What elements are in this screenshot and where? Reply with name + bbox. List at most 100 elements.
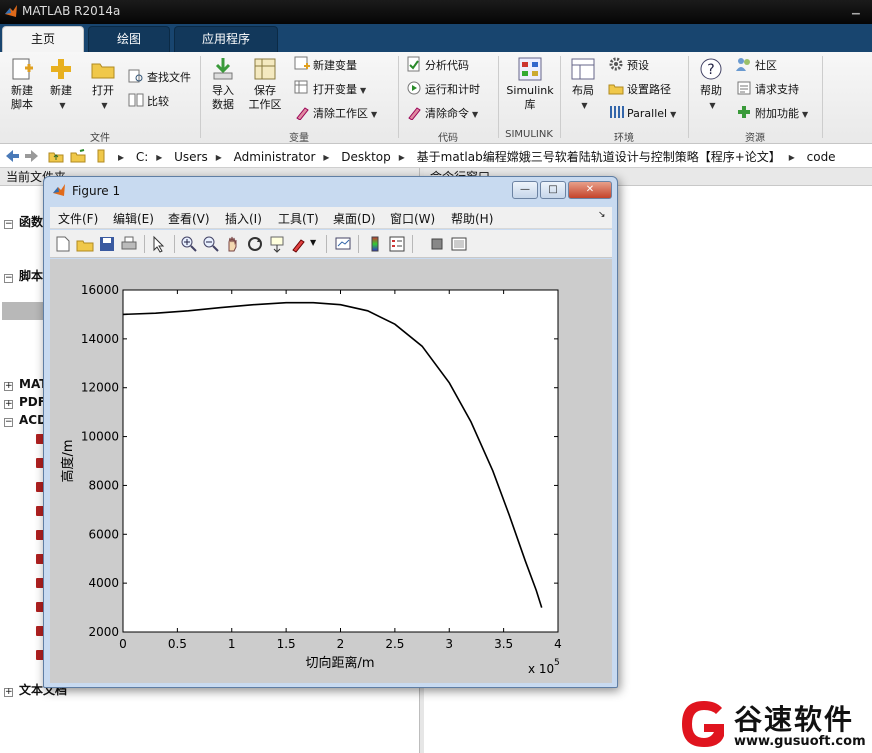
help-label: 帮助 (700, 84, 722, 97)
breadcrumb-item[interactable]: 基于matlab编程嫦娥三号软着陆轨道设计与控制策略【程序+论文】 (417, 150, 781, 164)
matlab-logo-icon (53, 184, 65, 196)
figure-canvas[interactable]: 2000 4000 6000 8000 10000 12000 14000 16000 0 0.… (50, 259, 612, 683)
run-and-time-icon (407, 81, 421, 95)
tree-group-mat[interactable]: + MAT (4, 376, 47, 392)
open-button[interactable]: 打开 ▼ (86, 56, 120, 113)
collapse-icon[interactable]: − (4, 418, 13, 427)
ribbon-divider (560, 56, 561, 138)
help-button[interactable]: ? 帮助 ▼ (694, 56, 728, 113)
back-arrow-icon[interactable] (4, 148, 20, 164)
menu-tools[interactable]: 工具(T) (278, 210, 319, 227)
set-path-button[interactable]: 设置路径 (608, 80, 671, 100)
simulink-library-button[interactable]: Simulink 库 (504, 56, 556, 112)
find-files-button[interactable]: 查找文件 (128, 68, 191, 88)
figure-title-bar[interactable]: Figure 1 — □ ✕ (50, 181, 612, 201)
colorbar-icon[interactable] (366, 235, 384, 253)
clear-workspace-button[interactable]: 清除工作区 ▼ (294, 104, 377, 124)
collapse-icon[interactable]: − (4, 274, 13, 283)
breadcrumb-item[interactable]: Administrator (234, 150, 316, 164)
new-script-button[interactable]: 新建 脚本 (6, 56, 38, 112)
show-plot-tools-icon[interactable] (450, 235, 468, 253)
tree-group-pdf[interactable]: + PDF (4, 394, 46, 410)
chevron-down-icon: ▼ (581, 101, 588, 110)
layout-button[interactable]: 布局 ▼ (566, 56, 600, 113)
chevron-down-icon[interactable]: ▼ (310, 238, 316, 247)
gear-icon (609, 57, 623, 71)
menu-view[interactable]: 查看(V) (168, 210, 210, 227)
save-icon[interactable] (98, 235, 116, 253)
save-workspace-button[interactable]: 保存 工作区 (246, 56, 284, 112)
new-variable-button[interactable]: 新建变量 (294, 56, 357, 76)
run-and-time-button[interactable]: 运行和计时 (406, 80, 480, 100)
tree-group-scripts[interactable]: − 脚本 (4, 268, 43, 284)
figure-close-button[interactable]: ✕ (568, 181, 612, 199)
folder-icon (91, 63, 115, 79)
chevron-down-icon: ▼ (101, 101, 108, 110)
add-ons-button[interactable]: 附加功能 ▼ (736, 104, 808, 124)
find-files-label: 查找文件 (147, 71, 191, 84)
figure-minimize-button[interactable]: — (512, 181, 538, 199)
breadcrumb-item[interactable]: code (807, 150, 836, 164)
menu-file[interactable]: 文件(F) (58, 210, 98, 227)
breadcrumb-separator: ▸ (398, 150, 405, 164)
minimize-icon[interactable]: ▁ (852, 4, 866, 16)
y-tick-label: 10000 (81, 430, 119, 444)
breadcrumb-item[interactable]: C: (136, 150, 148, 164)
new-figure-icon[interactable] (54, 235, 72, 253)
brand-name: 谷速软件 (734, 703, 855, 736)
brand-logo-icon (682, 701, 724, 747)
up-folder-icon[interactable] (48, 148, 64, 164)
new-button[interactable]: 新建 ▼ (44, 56, 78, 113)
analyze-code-button[interactable]: 分析代码 (406, 56, 469, 76)
x-axis-label: 切向距离/m (305, 655, 374, 671)
data-cursor-icon[interactable] (268, 235, 286, 253)
menu-help[interactable]: 帮助(H) (451, 210, 493, 227)
menu-insert[interactable]: 插入(I) (225, 210, 262, 227)
pan-hand-icon[interactable] (224, 235, 242, 253)
figure-window[interactable]: Figure 1 — □ ✕ 文件(F) 编辑(E) 查看(V) 插入(I) 工… (43, 176, 618, 688)
tab-home[interactable]: 主页 (2, 26, 84, 52)
brush-icon[interactable] (290, 235, 308, 253)
layout-icon (571, 58, 595, 80)
open-variable-button[interactable]: 打开变量 ▼ (294, 80, 366, 100)
compare-button[interactable]: 比较 (128, 92, 169, 112)
request-support-button[interactable]: 请求支持 (736, 80, 799, 100)
rotate-3d-icon[interactable] (246, 235, 264, 253)
hide-plot-tools-icon[interactable] (428, 235, 446, 253)
zoom-in-icon[interactable] (180, 235, 198, 253)
pointer-arrow-icon[interactable] (150, 235, 168, 253)
ribbon-divider (822, 56, 823, 138)
clear-commands-button[interactable]: 清除命令 ▼ (406, 104, 478, 124)
figure-maximize-button[interactable]: □ (540, 181, 566, 199)
breadcrumb-item[interactable]: Desktop (341, 150, 391, 164)
forward-arrow-icon[interactable] (24, 148, 40, 164)
browse-folder-icon[interactable] (70, 148, 86, 164)
chevron-down-icon: ▼ (472, 110, 479, 119)
link-plot-icon[interactable] (334, 235, 352, 253)
menu-desktop[interactable]: 桌面(D) (333, 210, 376, 227)
expand-icon[interactable]: + (4, 400, 13, 409)
community-button[interactable]: 社区 (736, 56, 777, 76)
tree-group-functions[interactable]: − 函数 (4, 214, 43, 230)
open-file-icon[interactable] (76, 235, 94, 253)
print-icon[interactable] (120, 235, 138, 253)
import-data-button[interactable]: 导入 数据 (206, 56, 240, 112)
breadcrumb-item[interactable]: Users (174, 150, 208, 164)
preferences-button[interactable]: 预设 (608, 56, 649, 76)
parallel-button[interactable]: Parallel ▼ (608, 104, 676, 124)
collapse-icon[interactable]: − (4, 220, 13, 229)
tree-group-acd[interactable]: − ACD (4, 412, 47, 428)
expand-icon[interactable]: + (4, 382, 13, 391)
tab-apps[interactable]: 应用程序 (174, 26, 278, 52)
legend-icon[interactable] (388, 235, 406, 253)
plot-axes[interactable]: 2000 4000 6000 8000 10000 12000 14000 16000 0 0.… (50, 259, 612, 683)
x-axis-multiplier: x 10 (528, 662, 554, 676)
chevron-down-icon: ▼ (709, 101, 716, 110)
zoom-out-icon[interactable] (202, 235, 220, 253)
new-script-icon (12, 58, 33, 80)
menu-edit[interactable]: 编辑(E) (113, 210, 154, 227)
expand-icon[interactable]: + (4, 688, 13, 697)
tab-plots[interactable]: 绘图 (88, 26, 170, 52)
menu-window[interactable]: 窗口(W) (390, 210, 435, 227)
dock-arrow-icon[interactable]: ↘ (598, 210, 606, 220)
